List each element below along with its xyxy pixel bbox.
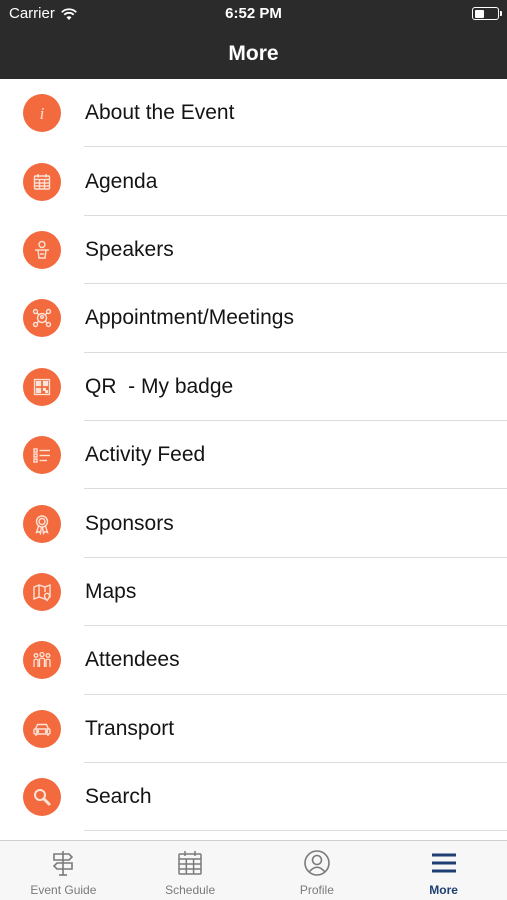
award-ribbon-icon: [23, 504, 61, 543]
more-menu-list: i About the Event Agenda Speakers Appoin…: [0, 79, 507, 840]
menu-item-label: Search: [85, 785, 152, 809]
tab-more[interactable]: More: [380, 841, 507, 900]
map-pin-icon: [23, 572, 61, 611]
menu-item-label: Maps: [85, 579, 137, 603]
car-icon: [23, 709, 61, 748]
menu-item-label: Transport: [85, 716, 175, 740]
status-time: 6:52 PM: [225, 5, 282, 22]
menu-item-label: Appointment/Meetings: [85, 306, 294, 330]
tab-label: Schedule: [165, 883, 216, 897]
menu-item-qr-my-badge[interactable]: QR - My badge: [0, 353, 507, 421]
tab-event-guide[interactable]: Event Guide: [0, 841, 127, 900]
calendar-icon: [178, 851, 202, 875]
menu-item-label: Attendees: [85, 648, 180, 672]
menu-item-label: Sponsors: [85, 511, 174, 535]
hamburger-menu-icon: [431, 853, 456, 873]
menu-item-label: Activity Feed: [85, 443, 206, 467]
signpost-icon: [53, 851, 74, 876]
tab-bar: Event Guide Schedule Profile More: [0, 840, 507, 900]
menu-item-label: About the Event: [85, 101, 235, 125]
menu-item-label: Speakers: [85, 237, 174, 261]
people-group-icon: [23, 641, 61, 680]
menu-item-speakers[interactable]: Speakers: [0, 216, 507, 285]
svg-text:i: i: [40, 104, 45, 123]
menu-item-transport[interactable]: Transport: [0, 695, 507, 763]
menu-item-about-the-event[interactable]: i About the Event: [0, 79, 507, 148]
menu-item-label: QR - My badge: [85, 374, 234, 398]
info-icon: i: [23, 94, 61, 133]
menu-item-label: Agenda: [85, 169, 158, 193]
feed-list-icon: [23, 436, 61, 475]
menu-item-appointment-meetings[interactable]: Appointment/Meetings: [0, 284, 507, 353]
menu-item-activity-feed[interactable]: Activity Feed: [0, 421, 507, 490]
nav-bar: More: [0, 28, 507, 79]
tab-profile[interactable]: Profile: [254, 841, 381, 900]
menu-item-attendees[interactable]: Attendees: [0, 626, 507, 695]
search-icon: [23, 778, 61, 817]
tab-label: More: [429, 883, 458, 897]
speaker-podium-icon: [23, 230, 61, 269]
battery-icon: [472, 7, 502, 20]
tab-label: Profile: [299, 883, 334, 897]
qr-code-icon: [23, 367, 61, 406]
menu-item-search[interactable]: Search: [0, 763, 507, 832]
page-title: More: [228, 41, 279, 65]
tab-schedule[interactable]: Schedule: [127, 841, 254, 900]
meeting-network-icon: [23, 299, 61, 338]
tab-label: Event Guide: [30, 883, 97, 897]
status-bar: Carrier 6:52 PM: [0, 0, 507, 28]
user-profile-icon: [304, 850, 330, 876]
calendar-icon: [23, 162, 61, 201]
menu-item-agenda[interactable]: Agenda: [0, 147, 507, 216]
menu-item-sponsors[interactable]: Sponsors: [0, 489, 507, 558]
menu-item-maps[interactable]: Maps: [0, 558, 507, 627]
